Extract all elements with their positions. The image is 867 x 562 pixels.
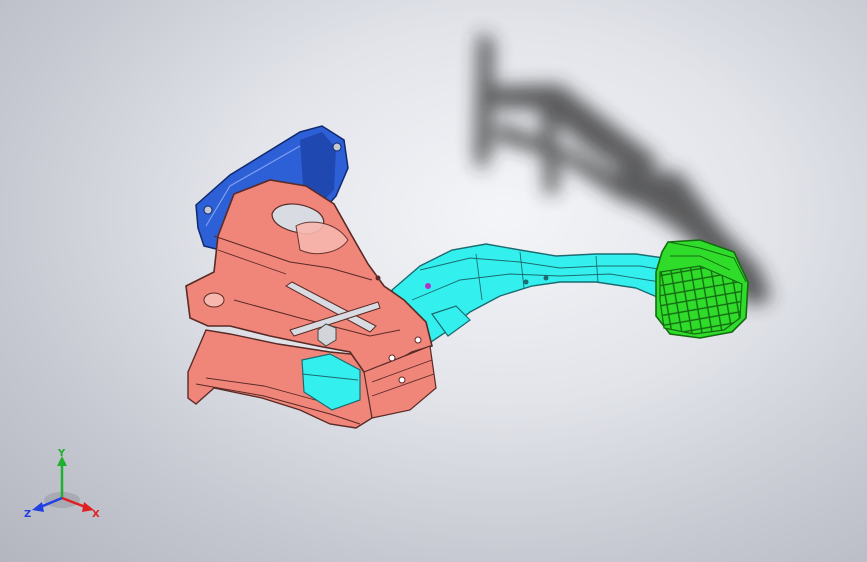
cad-3d-viewport[interactable]: Y X Z: [0, 0, 867, 562]
y-axis-label: Y: [57, 448, 66, 459]
z-axis-label: Z: [24, 509, 31, 520]
x-axis-label: X: [92, 509, 100, 520]
pedal-pad[interactable]: [655, 239, 749, 339]
pedal-lever-arm[interactable]: [391, 243, 665, 345]
orientation-triad: Y X Z: [24, 448, 100, 520]
pedal-assembly-model[interactable]: [0, 0, 867, 562]
